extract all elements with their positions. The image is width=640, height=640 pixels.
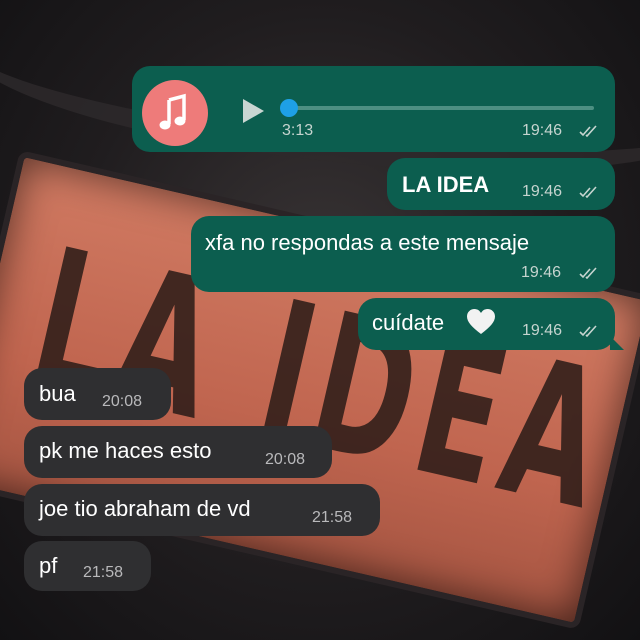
audio-avatar xyxy=(142,80,208,146)
double-check-icon xyxy=(579,125,599,137)
music-note-icon xyxy=(159,93,186,130)
audio-progress-knob[interactable] xyxy=(280,99,298,117)
play-icon xyxy=(243,99,264,123)
message-text: LA IDEA xyxy=(402,172,490,197)
incoming-message-bubble[interactable]: pf 21:58 xyxy=(24,541,151,591)
message-text: bua xyxy=(39,381,76,406)
bubble-tail xyxy=(610,336,624,350)
outgoing-message-bubble[interactable]: LA IDEA 19:46 xyxy=(387,158,615,210)
message-time: 21:58 xyxy=(83,564,124,581)
message-time: 19:46 xyxy=(521,264,562,281)
play-button[interactable] xyxy=(240,98,266,129)
incoming-message-bubble[interactable]: pk me haces esto 20:08 xyxy=(24,426,332,478)
message-text: xfa no respondas a este mensaje xyxy=(205,230,530,255)
message-time: 19:46 xyxy=(522,122,563,139)
message-text: joe tio abraham de vd xyxy=(39,496,251,521)
outgoing-message-bubble[interactable]: xfa no respondas a este mensaje 19:46 xyxy=(191,216,615,292)
double-check-icon xyxy=(579,325,599,337)
double-check-icon xyxy=(579,267,599,279)
message-time: 20:08 xyxy=(265,451,306,468)
double-check-icon xyxy=(579,186,599,198)
white-heart-icon xyxy=(466,308,496,341)
audio-progress-track[interactable] xyxy=(288,106,594,110)
message-time: 19:46 xyxy=(522,183,563,200)
audio-message-bubble[interactable]: 3:13 19:46 xyxy=(132,66,615,152)
message-time: 20:08 xyxy=(102,393,143,410)
audio-duration: 3:13 xyxy=(282,122,314,139)
incoming-message-bubble[interactable]: bua 20:08 xyxy=(24,368,171,420)
message-text: pf xyxy=(39,553,58,578)
outgoing-message-bubble[interactable]: cuídate 19:46 xyxy=(358,298,615,350)
message-text: pk me haces esto xyxy=(39,438,212,463)
message-time: 21:58 xyxy=(312,509,353,526)
incoming-message-bubble[interactable]: joe tio abraham de vd 21:58 xyxy=(24,484,380,536)
message-text: cuídate xyxy=(372,310,445,335)
message-time: 19:46 xyxy=(522,322,563,339)
